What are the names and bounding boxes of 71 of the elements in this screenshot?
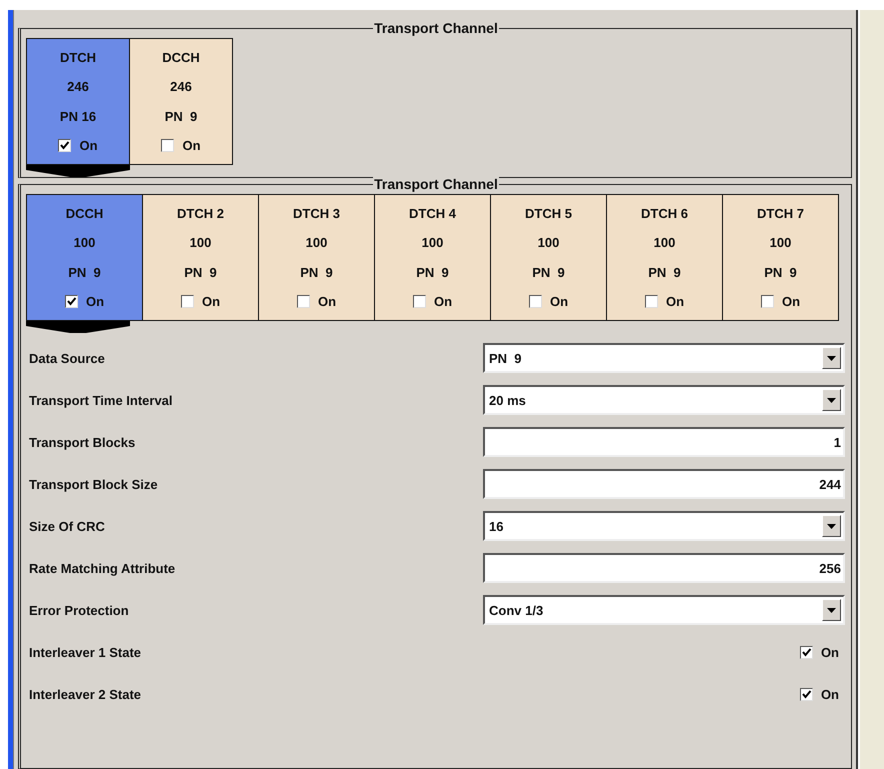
channel-name: DCCH [162, 50, 200, 66]
channel-source: PN 9 [764, 264, 797, 280]
channel-source: PN 9 [300, 264, 333, 280]
channel-size: 100 [190, 235, 212, 250]
channel-name: DTCH [60, 50, 96, 66]
checkmark-icon [59, 140, 70, 151]
channel-size: 100 [654, 235, 676, 250]
dropdown-field[interactable]: 20 ms [483, 385, 845, 415]
parameter-label: Error Protection [29, 602, 130, 618]
channel-size: 246 [67, 79, 89, 94]
channel-tile[interactable]: DTCH 3 100 PN 9 On [258, 194, 375, 321]
channel-source: PN 9 [68, 264, 101, 280]
on-checkbox[interactable]: On [161, 138, 201, 153]
on-checkbox[interactable]: On [58, 138, 98, 153]
channel-name: DTCH 7 [757, 206, 804, 222]
channel-size: 100 [538, 235, 560, 250]
on-checkbox[interactable]: On [528, 294, 568, 309]
parameter-label: Rate Matching Attribute [29, 560, 176, 576]
channel-tile[interactable]: DTCH 2 100 PN 9 On [142, 194, 259, 321]
channel-tile[interactable]: DTCH 5 100 PN 9 On [490, 194, 607, 321]
channel-tile[interactable]: DTCH 7 100 PN 9 On [722, 194, 839, 321]
on-checkbox[interactable]: On [412, 294, 452, 309]
channel-name: DTCH 4 [409, 206, 456, 222]
checkmark-icon [800, 646, 812, 658]
on-checkbox[interactable]: On [644, 294, 684, 309]
channel-name: DTCH 3 [293, 206, 340, 222]
selection-pointer-icon [26, 165, 130, 177]
group-title: Transport Channel [373, 176, 499, 192]
channel-source: PN 9 [164, 108, 198, 124]
channel-tile[interactable]: DTCH 4 100 PN 9 On [374, 194, 491, 321]
channel-size: 100 [74, 235, 96, 250]
parameter-label: Transport Blocks [29, 434, 136, 450]
channel-source: PN 16 [60, 108, 96, 124]
number-field[interactable]: 1 [483, 427, 845, 457]
channel-source: PN 9 [416, 264, 449, 280]
parameter-label: Transport Block Size [29, 476, 159, 492]
parameter-label: Data Source [29, 350, 106, 366]
number-field[interactable]: 256 [483, 553, 845, 583]
dropdown-field[interactable]: Conv 1/3 [483, 595, 845, 625]
parameter-label: Size Of CRC [29, 518, 106, 534]
channel-tile[interactable]: DTCH 6 100 PN 9 On [606, 194, 723, 321]
selection-pointer-icon [26, 321, 130, 333]
group-title: Transport Channel [373, 20, 499, 36]
channel-name: DTCH 5 [525, 206, 572, 222]
on-checkbox[interactable]: On [296, 294, 336, 309]
dropdown-field[interactable]: PN 9 [483, 343, 845, 373]
checkmark-icon [800, 688, 812, 700]
channel-size: 246 [170, 79, 192, 94]
parameter-label: Interleaver 1 State [29, 644, 142, 660]
channel-source: PN 9 [648, 264, 681, 280]
channel-name: DCCH [66, 206, 104, 222]
on-checkbox[interactable]: On [760, 294, 800, 309]
channel-name: DTCH 2 [177, 206, 224, 222]
channel-tile[interactable]: DTCH 246 PN 16 On [26, 38, 130, 165]
parameter-label: Interleaver 2 State [29, 686, 142, 702]
channel-name: DTCH 6 [641, 206, 688, 222]
number-field[interactable]: 244 [483, 469, 845, 499]
on-checkbox[interactable]: On [180, 294, 220, 309]
channel-tile[interactable]: DCCH 100 PN 9 On [26, 194, 143, 321]
parameter-label: Transport Time Interval [29, 392, 174, 408]
on-checkbox[interactable]: On [64, 294, 104, 309]
channel-size: 100 [306, 235, 328, 250]
on-checkbox[interactable]: On [800, 686, 839, 702]
on-checkbox[interactable]: On [800, 644, 839, 660]
channel-source: PN 9 [532, 264, 565, 280]
channel-source: PN 9 [184, 264, 217, 280]
channel-size: 100 [770, 235, 792, 250]
channel-size: 100 [422, 235, 444, 250]
dropdown-field[interactable]: 16 [483, 511, 845, 541]
channel-tile[interactable]: DCCH 246 PN 9 On [129, 38, 233, 165]
checkmark-icon [66, 296, 77, 307]
